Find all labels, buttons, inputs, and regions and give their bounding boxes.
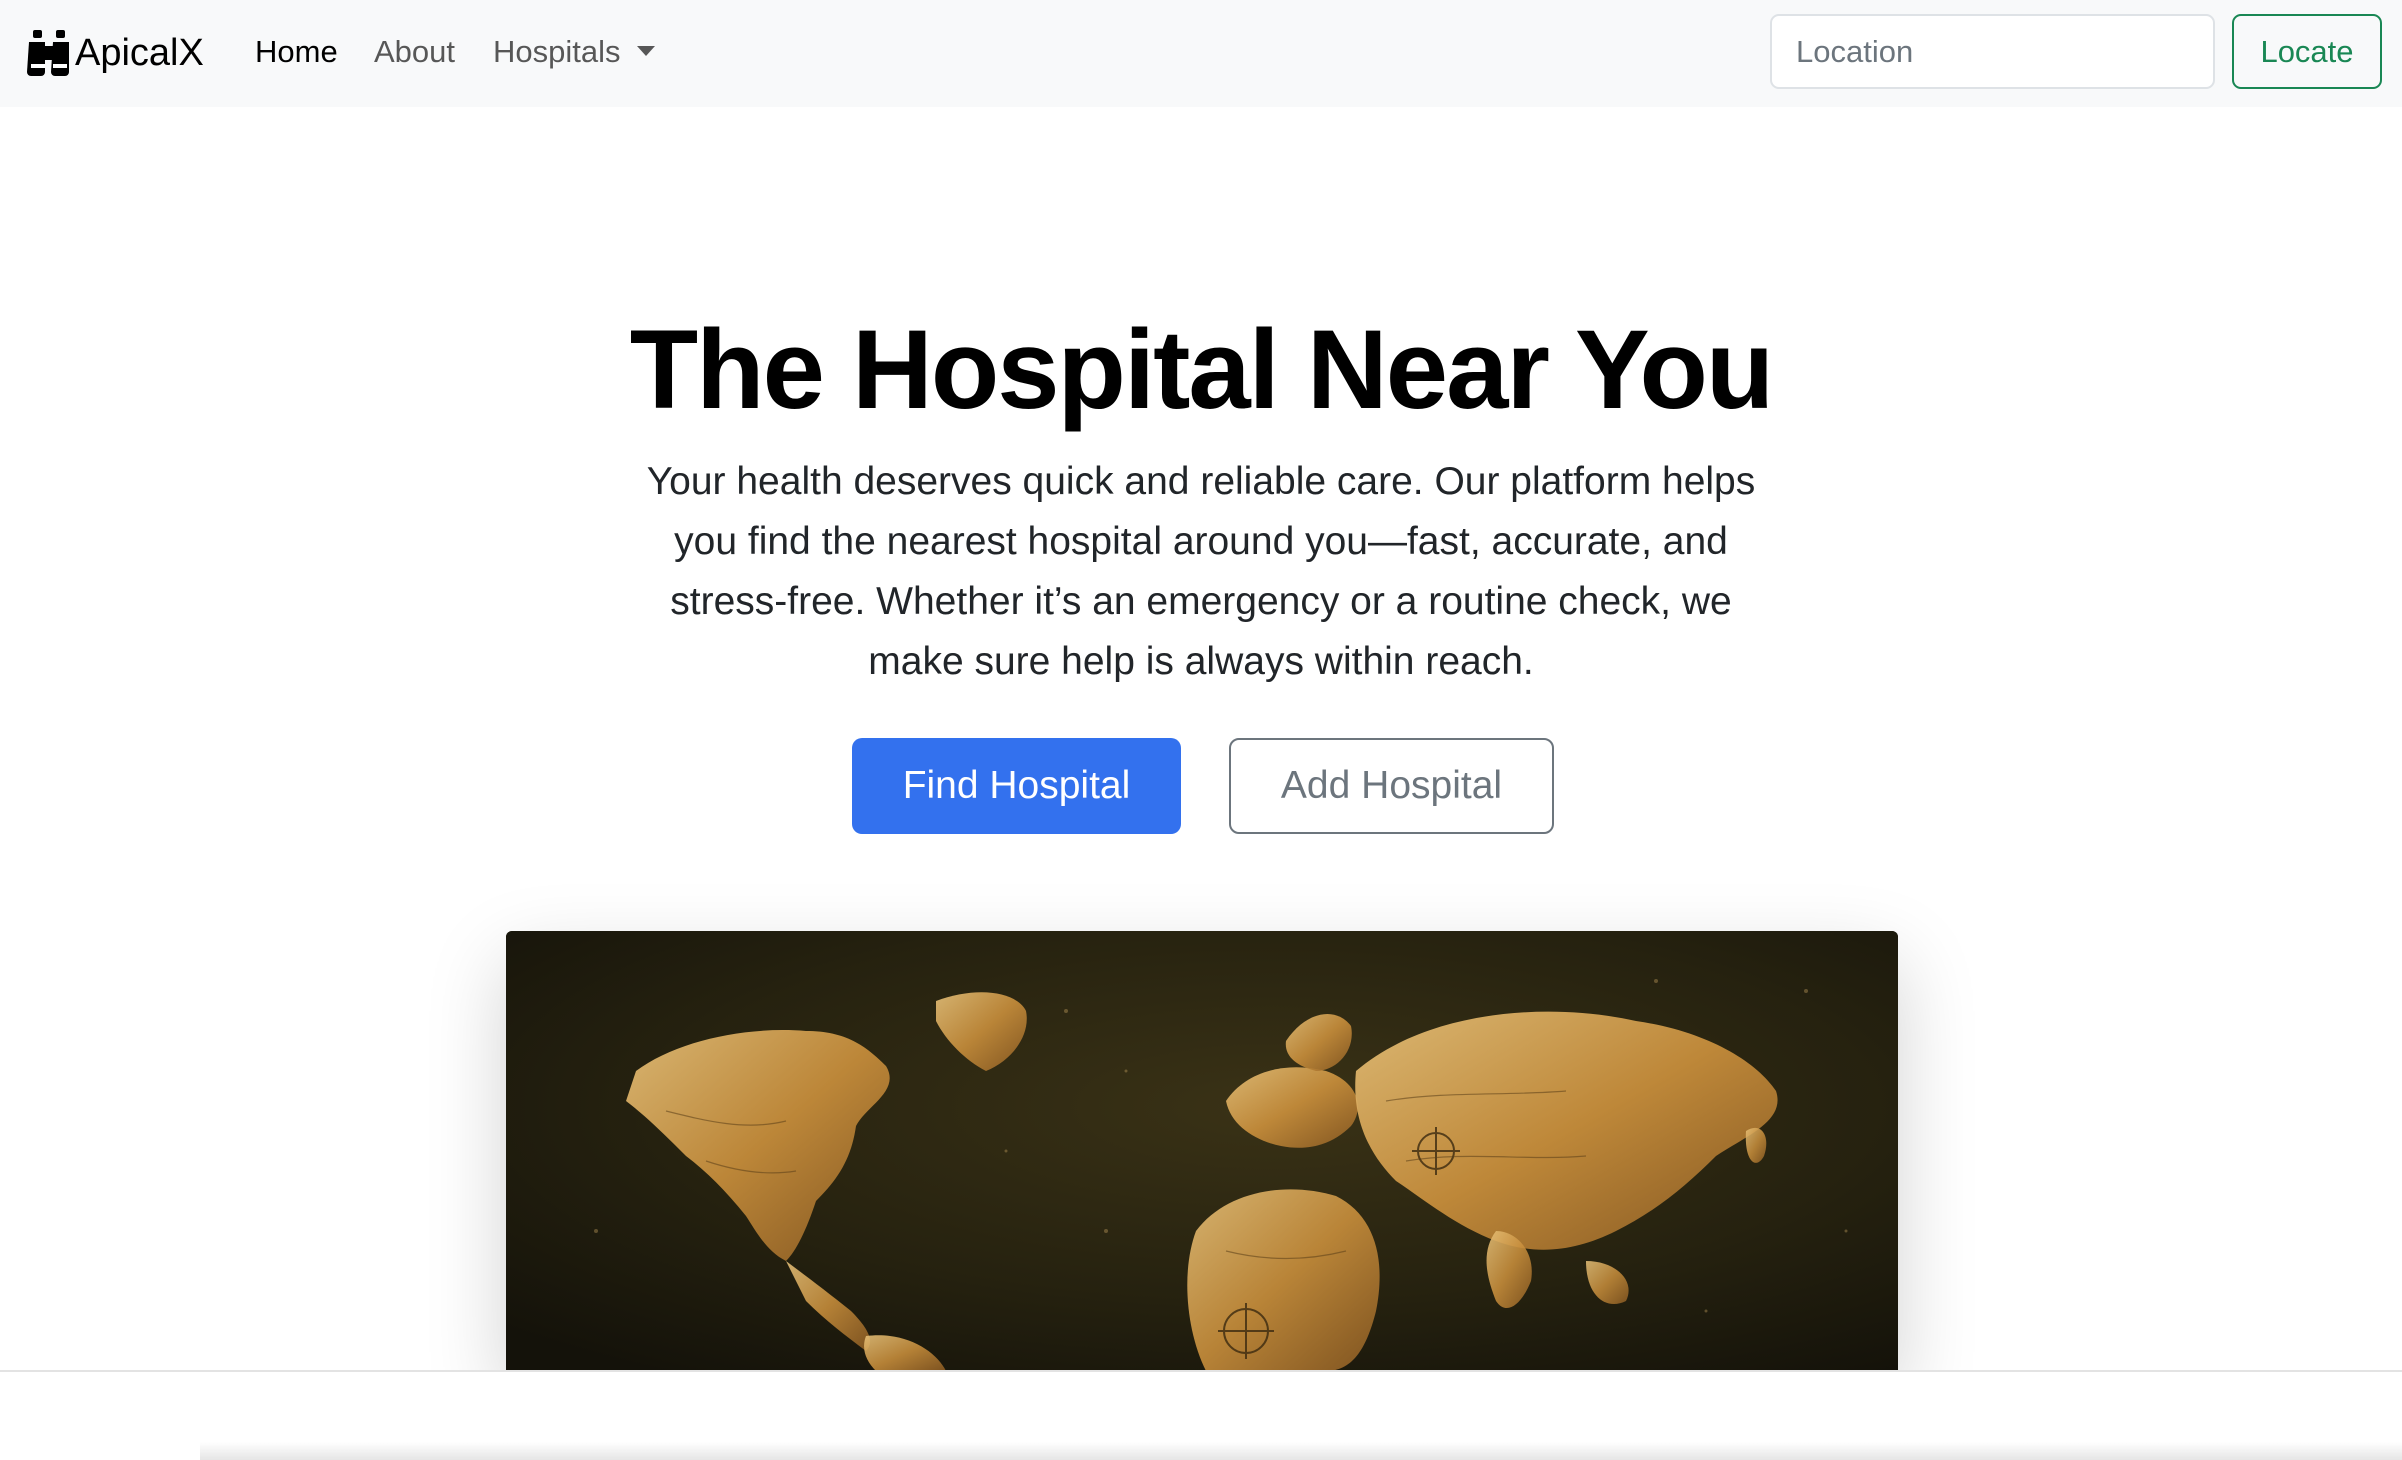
locate-button[interactable]: Locate [2232,14,2382,89]
add-hospital-button[interactable]: Add Hospital [1229,738,1554,834]
bottom-bar [0,1370,2402,1460]
world-map-image [506,931,1898,1371]
nav-about-link[interactable]: About [374,30,455,74]
find-hospital-button[interactable]: Find Hospital [852,738,1181,834]
caret-down-icon [636,46,655,56]
hero-title: The Hospital Near You [629,307,1775,432]
navbar: ApicalX Home About Hospitals Locate [0,0,2402,107]
hero-lead: Your health deserves quick and reliable … [646,460,1756,683]
binoculars-icon [27,30,69,76]
bottom-shadow [200,1442,2402,1460]
nav-hospitals-label: Hospitals [493,34,621,69]
location-input[interactable] [1770,14,2215,89]
brand-name: ApicalX [75,32,204,74]
nav-home-link[interactable]: Home [255,30,338,74]
nav-hospitals-dropdown[interactable]: Hospitals [493,30,655,74]
brand-link[interactable]: ApicalX [25,28,204,78]
